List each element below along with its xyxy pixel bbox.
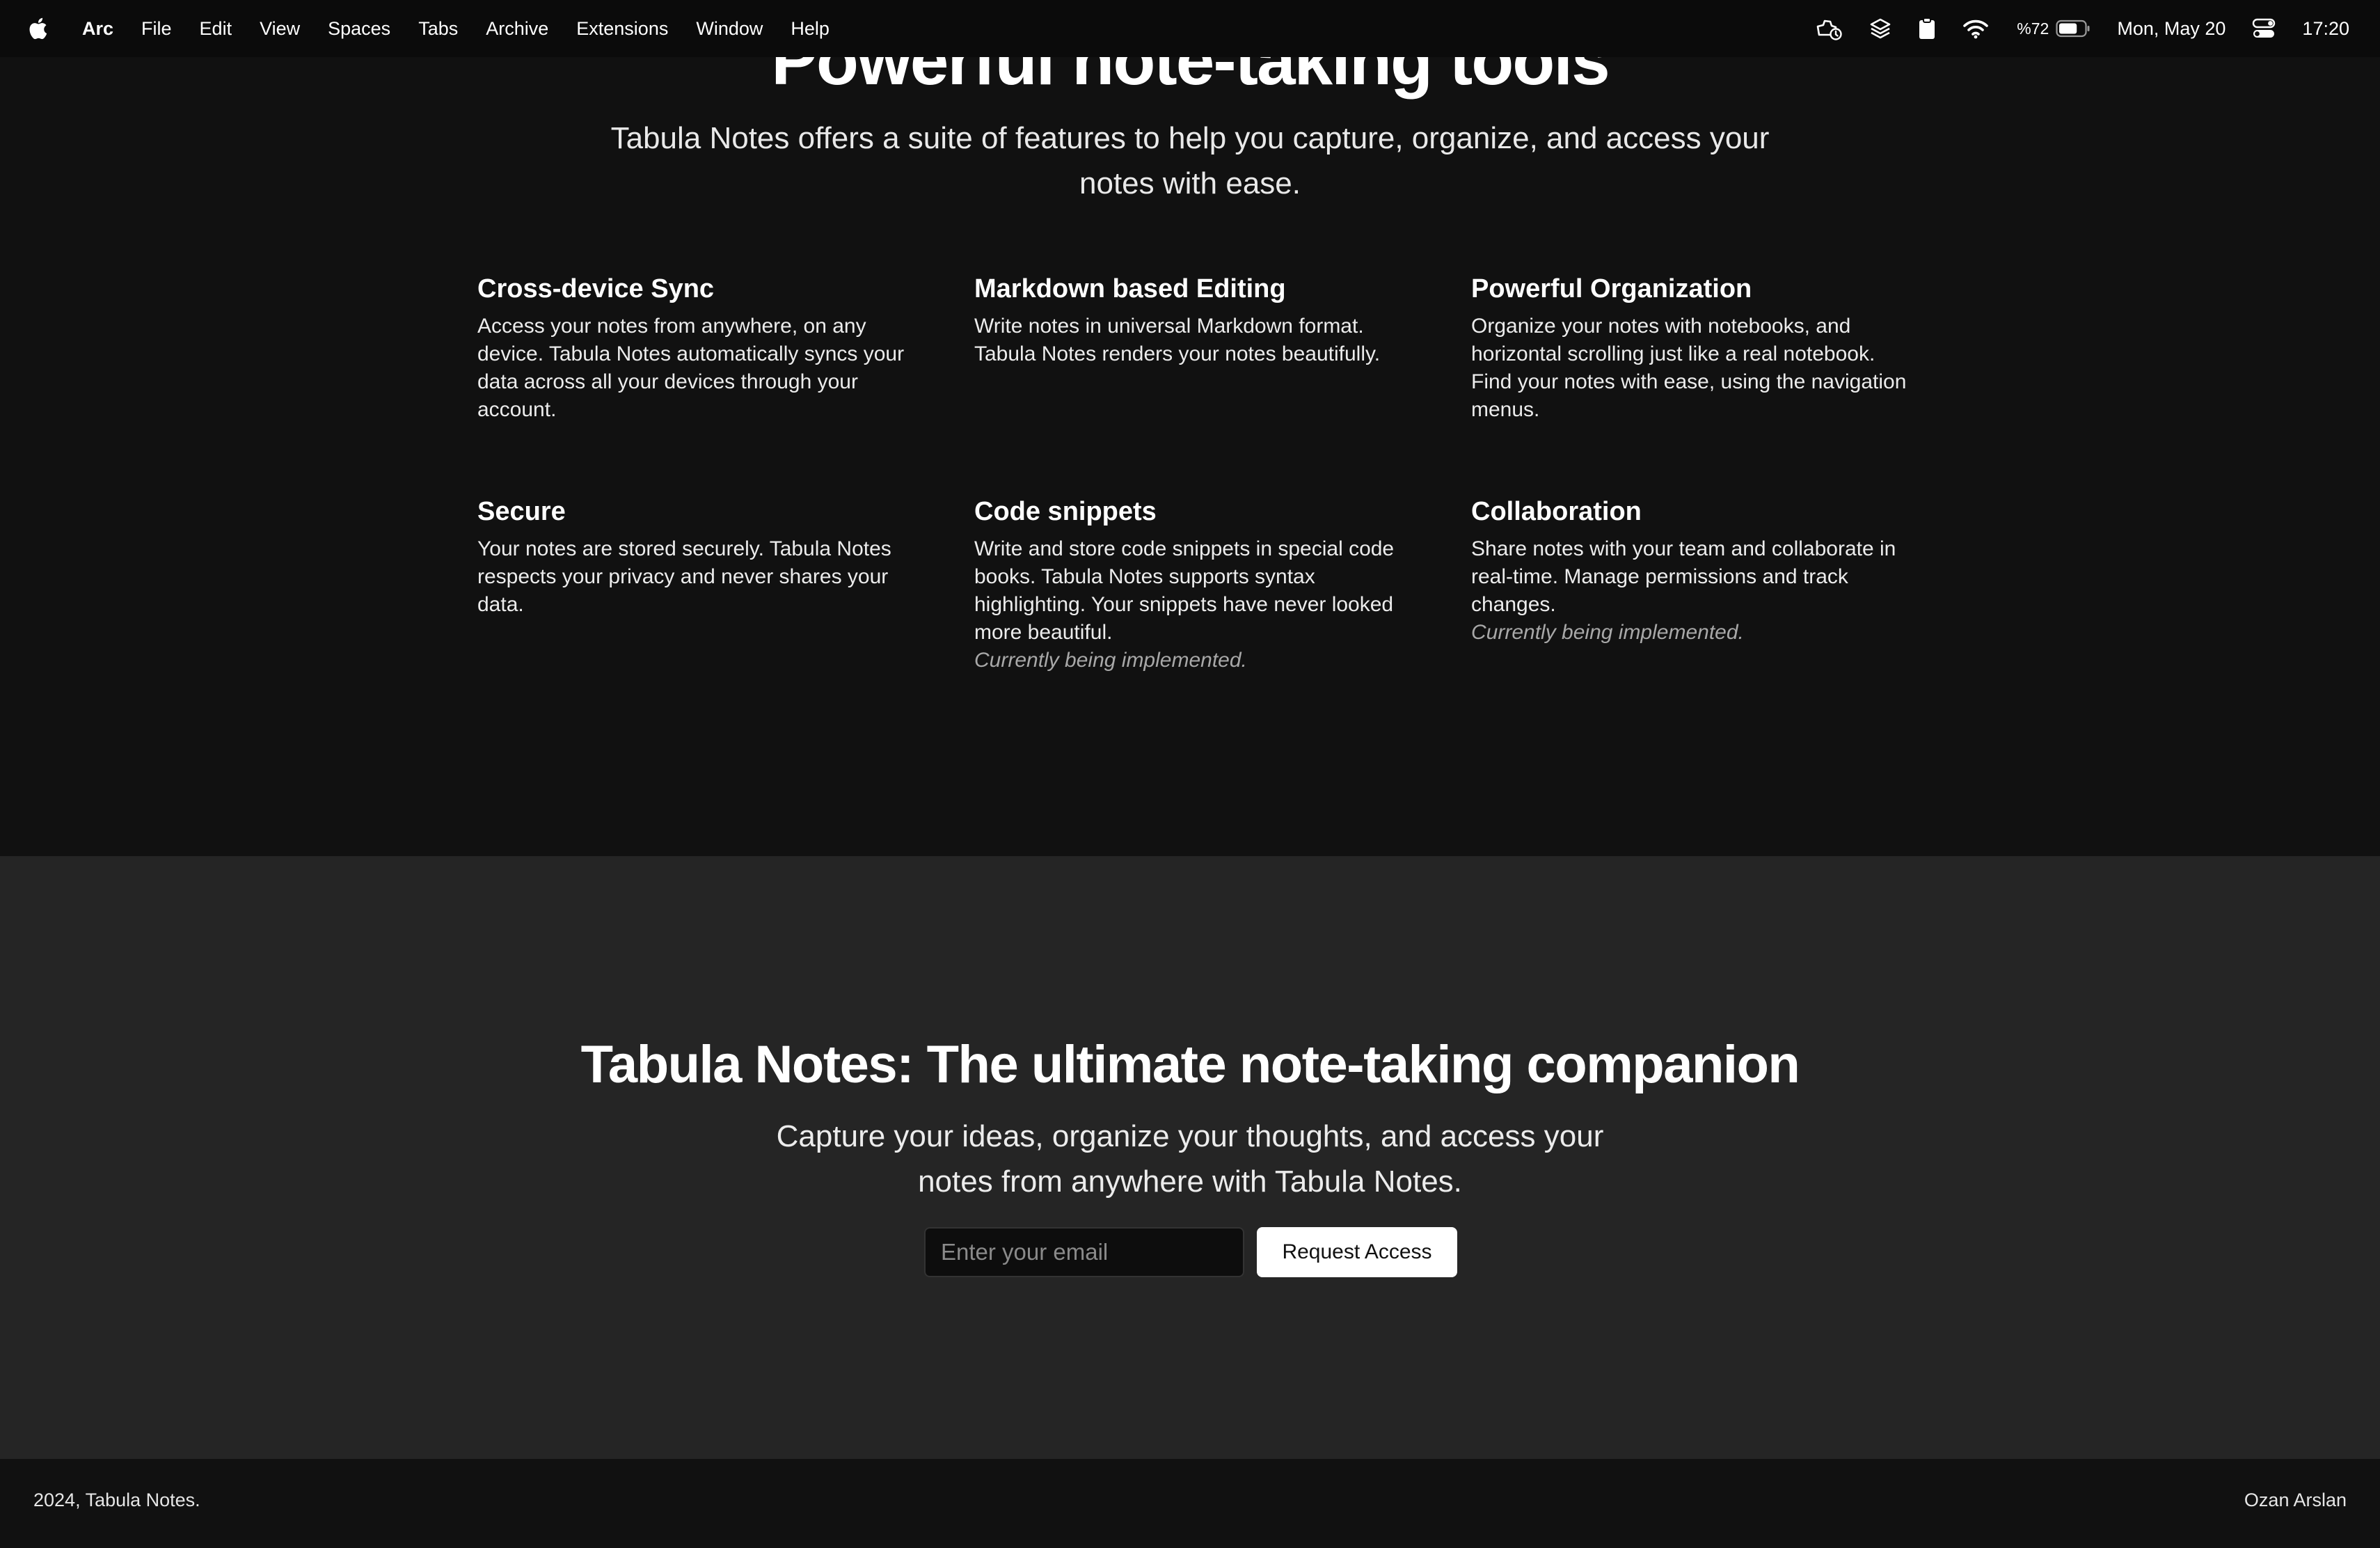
- footer-copyright: 2024, Tabula Notes.: [33, 1490, 200, 1510]
- features-section: Powerful note-taking tools Tabula Notes …: [0, 57, 2380, 856]
- feature-description: Access your notes from anywhere, on any …: [477, 315, 905, 421]
- feature-description: Organize your notes with notebooks, and …: [1471, 315, 1907, 421]
- features-title: Powerful note-taking tools: [771, 57, 1610, 100]
- control-center-icon[interactable]: [2252, 18, 2276, 39]
- feature-description: Your notes are stored securely. Tabula N…: [477, 537, 891, 616]
- feature-status-note: Currently being implemented.: [974, 649, 1247, 672]
- feature-title: Secure: [477, 497, 566, 526]
- menu-bar-left: Arc File Edit View Spaces Tabs Archive E…: [28, 16, 857, 41]
- menu-file[interactable]: File: [141, 18, 172, 40]
- feature-title: Powerful Organization: [1471, 274, 1752, 303]
- menu-window[interactable]: Window: [696, 18, 763, 40]
- feature-collaboration: Collaboration Share notes with your team…: [1471, 497, 1917, 647]
- menu-help[interactable]: Help: [791, 18, 830, 40]
- menu-view[interactable]: View: [260, 18, 300, 40]
- menu-app-name[interactable]: Arc: [82, 18, 113, 40]
- battery-icon[interactable]: [2056, 19, 2091, 38]
- battery-percent: %72: [2017, 19, 2049, 38]
- email-input[interactable]: [924, 1227, 1244, 1277]
- feature-description: Write notes in universal Markdown format…: [974, 315, 1381, 365]
- menu-spaces[interactable]: Spaces: [328, 18, 390, 40]
- feature-title: Markdown based Editing: [974, 274, 1286, 303]
- menu-edit[interactable]: Edit: [200, 18, 232, 40]
- focus-icon[interactable]: [1815, 17, 1843, 40]
- cta-subtitle: Capture your ideas, organize your though…: [776, 1119, 1604, 1199]
- feature-status-note: Currently being implemented.: [1471, 621, 1744, 644]
- date-display[interactable]: Mon, May 20: [2117, 18, 2226, 40]
- menu-bar-right: %72 Mon, May 20 17:20: [1788, 17, 2349, 40]
- wifi-icon[interactable]: [1962, 18, 1989, 39]
- request-access-button[interactable]: Request Access: [1257, 1227, 1457, 1277]
- menu-bar: Arc File Edit View Spaces Tabs Archive E…: [0, 0, 2380, 57]
- feature-description: Write and store code snippets in special…: [974, 537, 1395, 644]
- apple-logo-icon[interactable]: [28, 16, 49, 41]
- feature-code-snippets: Code snippets Write and store code snipp…: [974, 497, 1420, 674]
- feature-title: Collaboration: [1471, 497, 1642, 526]
- feature-cross-device-sync: Cross-device Sync Access your notes from…: [477, 274, 923, 424]
- clock[interactable]: 17:20: [2302, 18, 2349, 40]
- feature-secure: Secure Your notes are stored securely. T…: [477, 497, 923, 619]
- feature-title: Cross-device Sync: [477, 274, 715, 303]
- cta-title: Tabula Notes: The ultimate note-taking c…: [580, 1035, 1800, 1094]
- feature-description: Share notes with your team and collabora…: [1471, 537, 1896, 616]
- feature-markdown-editing: Markdown based Editing Write notes in un…: [974, 274, 1420, 368]
- feature-title: Code snippets: [974, 497, 1157, 526]
- layers-icon[interactable]: [1869, 17, 1891, 40]
- footer-author: Ozan Arslan: [2244, 1490, 2347, 1510]
- menu-tabs[interactable]: Tabs: [418, 18, 458, 40]
- feature-powerful-organization: Powerful Organization Organize your note…: [1471, 274, 1917, 424]
- features-subtitle: Tabula Notes offers a suite of features …: [610, 121, 1770, 200]
- menu-extensions[interactable]: Extensions: [576, 18, 668, 40]
- cta-section: Tabula Notes: The ultimate note-taking c…: [0, 856, 2380, 1459]
- menu-archive[interactable]: Archive: [486, 18, 548, 40]
- clipboard-icon[interactable]: [1918, 17, 1936, 40]
- footer: 2024, Tabula Notes. Ozan Arslan: [0, 1459, 2380, 1548]
